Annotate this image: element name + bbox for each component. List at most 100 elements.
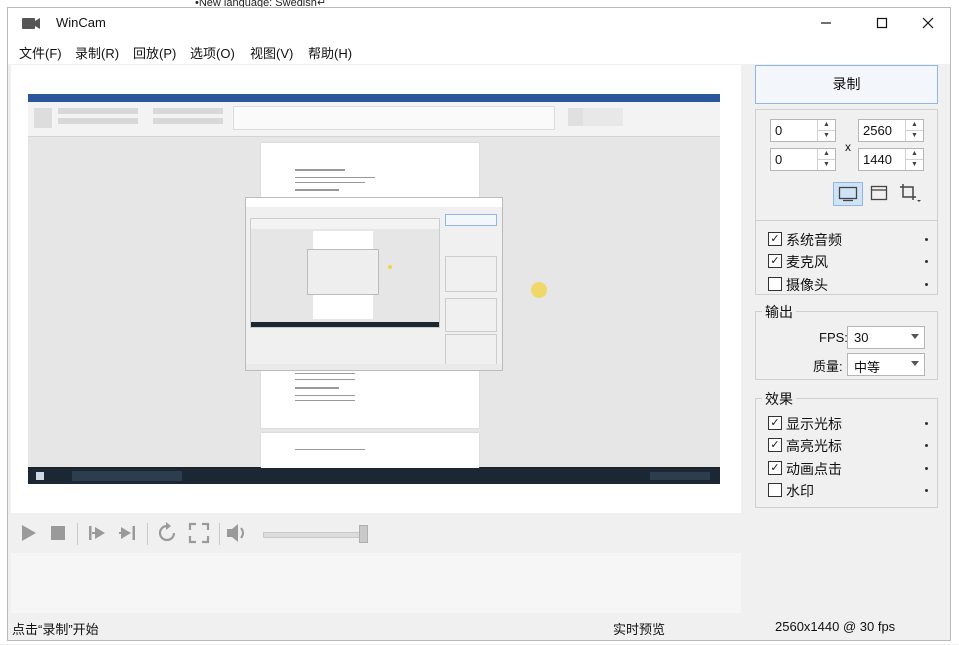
status-mode: 实时预览 xyxy=(613,622,666,637)
output-group-title: 输出 xyxy=(762,302,796,322)
spin-down-icon[interactable]: ▼ xyxy=(818,160,835,170)
effects-group-title: 效果 xyxy=(762,389,796,409)
fps-select[interactable]: 30 xyxy=(847,326,925,349)
wincam-window: WinCam 文件(F) 录制(R) 回放(P) 选项(O) 视图(V) 帮助(… xyxy=(7,7,951,641)
doc-page-2 xyxy=(261,433,479,473)
close-button[interactable] xyxy=(905,8,951,38)
option-label: 水印 xyxy=(786,483,814,499)
separator xyxy=(219,523,220,545)
more-dot-icon[interactable] xyxy=(925,467,928,470)
menu-bar: 文件(F) 录制(R) 回放(P) 选项(O) 视图(V) 帮助(H) xyxy=(8,38,950,64)
width-spinbox[interactable]: 2560 ▲ ▼ xyxy=(858,119,924,142)
maximize-icon xyxy=(876,17,888,29)
option-label: 系统音频 xyxy=(786,232,842,248)
highlight-cursor-option[interactable]: ✓ 高亮光标 xyxy=(768,436,928,456)
more-dot-icon[interactable] xyxy=(925,260,928,263)
fullscreen-button[interactable] xyxy=(187,521,211,545)
status-bar: 点击“录制”开始 实时预览 2560x1440 @ 30 fps xyxy=(8,614,950,640)
menu-view[interactable]: 视图(V) xyxy=(250,43,293,62)
volume-icon xyxy=(227,524,244,542)
loop-icon xyxy=(158,522,176,542)
menu-options[interactable]: 选项(O) xyxy=(190,43,235,62)
spin-down-icon[interactable]: ▼ xyxy=(906,131,923,141)
quality-select[interactable]: 中等 xyxy=(847,353,925,376)
fps-value: 30 xyxy=(854,330,869,345)
menu-playback[interactable]: 回放(P) xyxy=(133,43,176,62)
monitor-icon xyxy=(838,186,858,202)
height-spinbox[interactable]: 1440 ▲ ▼ xyxy=(858,148,924,171)
option-label: 麦克风 xyxy=(786,254,828,270)
volume-slider-thumb[interactable] xyxy=(359,525,368,543)
window-icon xyxy=(870,185,888,201)
y-value: 0 xyxy=(775,152,783,167)
maximize-button[interactable] xyxy=(859,8,905,38)
region-mode-button[interactable] xyxy=(898,182,924,204)
spin-up-icon[interactable]: ▲ xyxy=(818,120,835,131)
title-bar[interactable]: WinCam xyxy=(8,8,950,38)
watermark-option[interactable]: 水印 xyxy=(768,481,928,501)
checkbox-checked[interactable]: ✓ xyxy=(768,232,782,246)
output-group: 输出 FPS: 30 质量: 中等 xyxy=(755,302,938,380)
play-button[interactable] xyxy=(16,521,40,545)
word-document-area xyxy=(28,137,720,473)
show-cursor-option[interactable]: ✓ 显示光标 xyxy=(768,414,928,434)
fullscreen-mode-button[interactable] xyxy=(833,182,863,206)
skip-end-button[interactable] xyxy=(115,521,139,545)
option-label: 动画点击 xyxy=(786,461,842,477)
record-button[interactable]: 录制 xyxy=(755,65,938,104)
capture-region-group: 0 ▲ ▼ 2560 ▲ ▼ x 0 ▲ ▼ 1440 ▲ ▼ ✓ 系统音频 ✓… xyxy=(755,109,938,295)
preview-taskbar xyxy=(28,468,720,484)
menu-file[interactable]: 文件(F) xyxy=(19,43,62,62)
checkbox-checked[interactable]: ✓ xyxy=(768,461,782,475)
more-dot-icon[interactable] xyxy=(925,444,928,447)
spin-down-icon[interactable]: ▼ xyxy=(818,131,835,141)
chevron-down-icon xyxy=(911,334,919,339)
more-dot-icon[interactable] xyxy=(925,489,928,492)
option-label: 显示光标 xyxy=(786,416,842,432)
width-value: 2560 xyxy=(863,123,892,138)
window-title: WinCam xyxy=(56,15,106,30)
checkbox-checked[interactable]: ✓ xyxy=(768,438,782,452)
audio-system-option[interactable]: ✓ 系统音频 xyxy=(768,230,928,250)
cursor-highlight xyxy=(531,282,547,298)
menu-record[interactable]: 录制(R) xyxy=(75,43,119,62)
animate-clicks-option[interactable]: ✓ 动画点击 xyxy=(768,459,928,479)
checkbox-unchecked[interactable] xyxy=(768,483,782,497)
separator xyxy=(147,523,148,545)
skip-end-icon xyxy=(119,526,135,540)
effects-group: 效果 ✓ 显示光标 ✓ 高亮光标 ✓ 动画点击 水印 xyxy=(755,389,938,508)
x-spinbox[interactable]: 0 ▲ ▼ xyxy=(770,119,836,142)
checkbox-checked[interactable]: ✓ xyxy=(768,416,782,430)
minimize-icon xyxy=(821,22,831,24)
skip-start-button[interactable] xyxy=(85,521,109,545)
spin-down-icon[interactable]: ▼ xyxy=(906,160,923,170)
more-dot-icon[interactable] xyxy=(925,238,928,241)
y-spinbox[interactable]: 0 ▲ ▼ xyxy=(770,148,836,171)
checkbox-unchecked[interactable] xyxy=(768,277,782,291)
spin-up-icon[interactable]: ▲ xyxy=(906,149,923,160)
play-icon xyxy=(22,525,36,541)
volume-button[interactable] xyxy=(225,521,249,545)
preview-screen-capture xyxy=(28,94,720,484)
height-value: 1440 xyxy=(863,152,892,167)
camera-option[interactable]: 摄像头 xyxy=(768,275,928,295)
nested-wincam-window xyxy=(245,197,503,371)
checkbox-checked[interactable]: ✓ xyxy=(768,254,782,268)
volume-slider-track[interactable] xyxy=(263,532,365,538)
loop-button[interactable] xyxy=(155,521,179,545)
spin-up-icon[interactable]: ▲ xyxy=(818,149,835,160)
live-preview-area[interactable] xyxy=(11,65,741,513)
more-dot-icon[interactable] xyxy=(925,422,928,425)
chevron-down-icon xyxy=(911,361,919,366)
more-dot-icon[interactable] xyxy=(925,283,928,286)
minimize-button[interactable] xyxy=(803,8,849,38)
stop-icon xyxy=(51,526,65,540)
spin-up-icon[interactable]: ▲ xyxy=(906,120,923,131)
fps-label: FPS: xyxy=(819,330,848,345)
stop-button[interactable] xyxy=(46,521,70,545)
status-resolution: 2560x1440 @ 30 fps xyxy=(775,619,896,634)
menu-help[interactable]: 帮助(H) xyxy=(308,43,352,62)
audio-mic-option[interactable]: ✓ 麦克风 xyxy=(768,252,928,272)
window-mode-button[interactable] xyxy=(866,182,892,204)
word-ribbon xyxy=(28,102,720,137)
